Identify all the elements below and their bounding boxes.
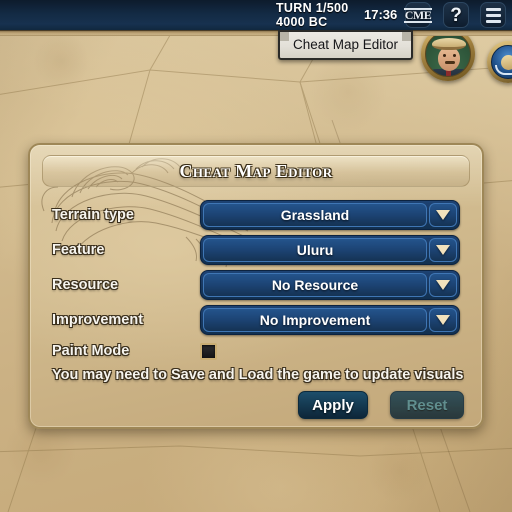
top-hud-bar xyxy=(0,0,512,30)
turn-counter: TURN 1/500 4000 BC xyxy=(276,1,348,29)
dialog-title: Cheat Map Editor xyxy=(179,160,333,181)
row-resource: Resource No Resource xyxy=(52,270,460,300)
cheat-map-editor-dialog: Cheat Map Editor Terrain type Grassland … xyxy=(28,143,484,429)
cme-icon: CME xyxy=(403,7,433,23)
chevron-down-icon xyxy=(436,245,450,255)
label-paint-mode: Paint Mode xyxy=(52,343,130,359)
row-improvement: Improvement No Improvement xyxy=(52,305,460,335)
turn-number: TURN 1/500 xyxy=(276,1,349,15)
dropdown-resource-value[interactable]: No Resource xyxy=(203,273,427,297)
game-clock: 17:36 xyxy=(364,7,398,22)
dropdown-improvement-arrow[interactable] xyxy=(429,308,457,332)
reset-button[interactable]: Reset xyxy=(390,391,464,419)
dropdown-feature[interactable]: Uluru xyxy=(200,235,460,265)
dialog-title-bar: Cheat Map Editor xyxy=(42,155,470,187)
tooltip: Cheat Map Editor xyxy=(278,30,414,60)
dropdown-feature-value[interactable]: Uluru xyxy=(203,238,427,262)
emblem-inner xyxy=(491,45,512,79)
chevron-down-icon xyxy=(436,280,450,290)
row-paint-mode: Paint Mode xyxy=(52,340,460,362)
portrait-eye-right xyxy=(453,54,456,57)
dropdown-terrain-type-value[interactable]: Grassland xyxy=(203,203,427,227)
top-hud-divider xyxy=(0,30,512,36)
leader-portrait-image xyxy=(425,31,471,77)
row-feature: Feature Uluru xyxy=(52,235,460,265)
label-resource: Resource xyxy=(52,277,119,293)
label-improvement: Improvement xyxy=(52,312,144,328)
dropdown-resource[interactable]: No Resource xyxy=(200,270,460,300)
hamburger-menu-icon xyxy=(485,7,501,23)
portrait-face xyxy=(438,47,460,71)
tooltip-text: Cheat Map Editor xyxy=(293,37,399,52)
portrait-tie xyxy=(446,70,451,76)
label-terrain-type: Terrain type xyxy=(52,207,134,223)
label-feature: Feature xyxy=(52,242,105,258)
era-year: 4000 BC xyxy=(276,15,328,29)
dropdown-terrain-type[interactable]: Grassland xyxy=(200,200,460,230)
main-menu-button[interactable] xyxy=(480,2,506,28)
dropdown-improvement[interactable]: No Improvement xyxy=(200,305,460,335)
dropdown-improvement-value[interactable]: No Improvement xyxy=(203,308,427,332)
save-load-note: You may need to Save and Load the game t… xyxy=(52,367,464,383)
question-mark-icon: ? xyxy=(450,4,462,26)
dropdown-feature-arrow[interactable] xyxy=(429,238,457,262)
apply-button[interactable]: Apply xyxy=(298,391,368,419)
row-terrain-type: Terrain type Grassland xyxy=(52,200,460,230)
dropdown-terrain-type-arrow[interactable] xyxy=(429,203,457,227)
chevron-down-icon xyxy=(436,210,450,220)
portrait-moustache xyxy=(445,61,455,64)
cheat-map-editor-button[interactable]: CME xyxy=(403,2,433,28)
dropdown-resource-arrow[interactable] xyxy=(429,273,457,297)
help-button[interactable]: ? xyxy=(443,2,469,28)
portrait-hat xyxy=(432,38,466,50)
portrait-eye-left xyxy=(443,54,446,57)
emblem-wreath xyxy=(495,65,512,75)
paint-mode-checkbox[interactable] xyxy=(200,342,217,360)
chevron-down-icon xyxy=(436,315,450,325)
